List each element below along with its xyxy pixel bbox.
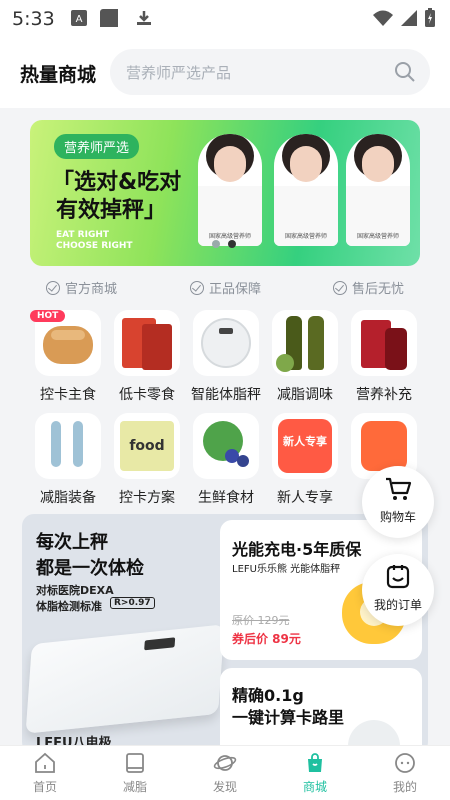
search-input[interactable]: 营养师严选产品 bbox=[110, 49, 430, 95]
smart-scale-image bbox=[25, 624, 225, 734]
category-nutrition[interactable]: 营养补充 bbox=[344, 310, 424, 404]
nav-mall[interactable]: 商城 bbox=[270, 746, 360, 800]
category-plans[interactable]: food 控卡方案 bbox=[107, 413, 187, 507]
category-label: 智能体脂秤 bbox=[191, 387, 261, 403]
shopping-bag-icon bbox=[308, 753, 322, 772]
category-label: 低卡零食 bbox=[119, 387, 175, 403]
category-seasoning[interactable]: 减脂调味 bbox=[265, 310, 345, 404]
check-circle-icon bbox=[190, 280, 204, 295]
carousel-dot-active[interactable] bbox=[228, 240, 236, 248]
guarantee-aftersale: 售后无忧 bbox=[333, 278, 404, 297]
download-icon bbox=[137, 11, 151, 25]
promo-r-badge: R>0.97 bbox=[110, 597, 155, 609]
category-label: 新人专享 bbox=[277, 490, 333, 506]
scale-icon bbox=[193, 310, 259, 376]
coupon-price: 券后价 89元 bbox=[232, 632, 301, 646]
food-box-icon: food bbox=[114, 413, 180, 479]
status-time: 5:33 bbox=[12, 8, 55, 30]
cart-icon bbox=[386, 477, 412, 500]
vegetable-icon bbox=[193, 413, 259, 479]
font-app-icon: A bbox=[71, 10, 87, 26]
profile-icon bbox=[395, 753, 415, 773]
search-placeholder: 营养师严选产品 bbox=[126, 64, 232, 82]
nutritionist-photo: 国家高级营养师 bbox=[346, 134, 410, 246]
nav-profile[interactable]: 我的 bbox=[360, 746, 450, 800]
category-snacks[interactable]: 低卡零食 bbox=[107, 310, 187, 404]
category-fresh[interactable]: 生鲜食材 bbox=[186, 413, 266, 507]
banner-headline-2: 有效掉秤」 bbox=[56, 198, 167, 223]
hot-badge: HOT bbox=[30, 310, 66, 322]
product-title-1: 精确0.1g bbox=[232, 686, 304, 705]
planet-icon bbox=[213, 755, 237, 771]
category-label: 减脂装备 bbox=[40, 490, 96, 506]
jump-rope-icon bbox=[35, 413, 101, 479]
page-title: 热量商城 bbox=[20, 64, 97, 86]
category-label: 生鲜食材 bbox=[198, 490, 254, 506]
guarantee-genuine: 正品保障 bbox=[190, 278, 261, 297]
category-label: 减脂调味 bbox=[277, 387, 333, 403]
check-circle-icon bbox=[46, 280, 60, 295]
nutritionist-photo: 国家高级营养师 bbox=[274, 134, 338, 246]
app-square-icon bbox=[100, 9, 118, 27]
promo-sub-2: 体脂检测标准 bbox=[36, 600, 102, 613]
book-icon bbox=[126, 753, 144, 773]
nav-discover[interactable]: 发现 bbox=[180, 746, 270, 800]
cart-button[interactable]: 购物车 bbox=[362, 466, 434, 538]
banner-english-1: EAT RIGHT bbox=[56, 230, 110, 240]
newcomer-coupon-icon: 新人专享 bbox=[272, 413, 338, 479]
banner-tag: 营养师严选 bbox=[54, 134, 140, 159]
carousel-dot[interactable] bbox=[212, 240, 220, 248]
category-equipment[interactable]: 减脂装备 bbox=[28, 413, 108, 507]
category-staple-food[interactable]: HOT 控卡主食 bbox=[28, 310, 108, 404]
bottom-nav: 首页 减脂 发现 商城 我的 bbox=[0, 745, 450, 800]
guarantee-official: 官方商城 bbox=[46, 278, 117, 297]
status-bar: 5:33 A bbox=[0, 0, 450, 36]
promo-sub-1: 对标医院DEXA bbox=[36, 584, 114, 597]
category-label: 控卡方案 bbox=[119, 490, 175, 506]
original-price: 原价 129元 bbox=[232, 614, 290, 627]
cart-label: 购物车 bbox=[379, 510, 416, 524]
signal-icon bbox=[401, 10, 417, 26]
orders-label: 我的订单 bbox=[373, 598, 422, 612]
oil-bottle-icon bbox=[272, 310, 338, 376]
promo-title-2: 都是一次体检 bbox=[36, 558, 144, 579]
product-subtitle: LEFU乐乐熊 光能体脂秤 bbox=[232, 564, 341, 575]
my-orders-button[interactable]: 我的订单 bbox=[362, 554, 434, 626]
nav-fat-loss[interactable]: 减脂 bbox=[90, 746, 180, 800]
promo-title-1: 每次上秤 bbox=[36, 532, 108, 553]
check-circle-icon bbox=[333, 280, 347, 295]
category-smart-scale[interactable]: 智能体脂秤 bbox=[186, 310, 266, 404]
wifi-icon bbox=[373, 10, 393, 26]
orders-icon bbox=[386, 565, 410, 589]
battery-icon bbox=[425, 8, 435, 27]
product-title: 光能充电·5年质保 bbox=[232, 540, 362, 559]
supplement-bottle-icon bbox=[351, 310, 417, 376]
category-newcomer[interactable]: 新人专享 新人专享 bbox=[265, 413, 345, 507]
product-title-2: 一键计算卡路里 bbox=[232, 708, 345, 727]
nav-home[interactable]: 首页 bbox=[0, 746, 90, 800]
home-icon bbox=[35, 752, 55, 773]
banner-english-2: CHOOSE RIGHT bbox=[56, 241, 133, 251]
nutritionist-photo: 国家高级营养师 bbox=[198, 134, 262, 246]
promo-banner[interactable]: 营养师严选 「选对&吃对 有效掉秤」 EAT RIGHT CHOOSE RIGH… bbox=[30, 120, 420, 266]
category-label: 营养补充 bbox=[356, 387, 412, 403]
carousel-dots[interactable] bbox=[212, 240, 236, 248]
search-icon[interactable] bbox=[394, 61, 416, 83]
category-label: 控卡主食 bbox=[40, 387, 96, 403]
page-header: 热量商城 营养师严选产品 bbox=[0, 36, 450, 108]
svg-text:A: A bbox=[76, 14, 83, 25]
snack-box-icon bbox=[114, 310, 180, 376]
